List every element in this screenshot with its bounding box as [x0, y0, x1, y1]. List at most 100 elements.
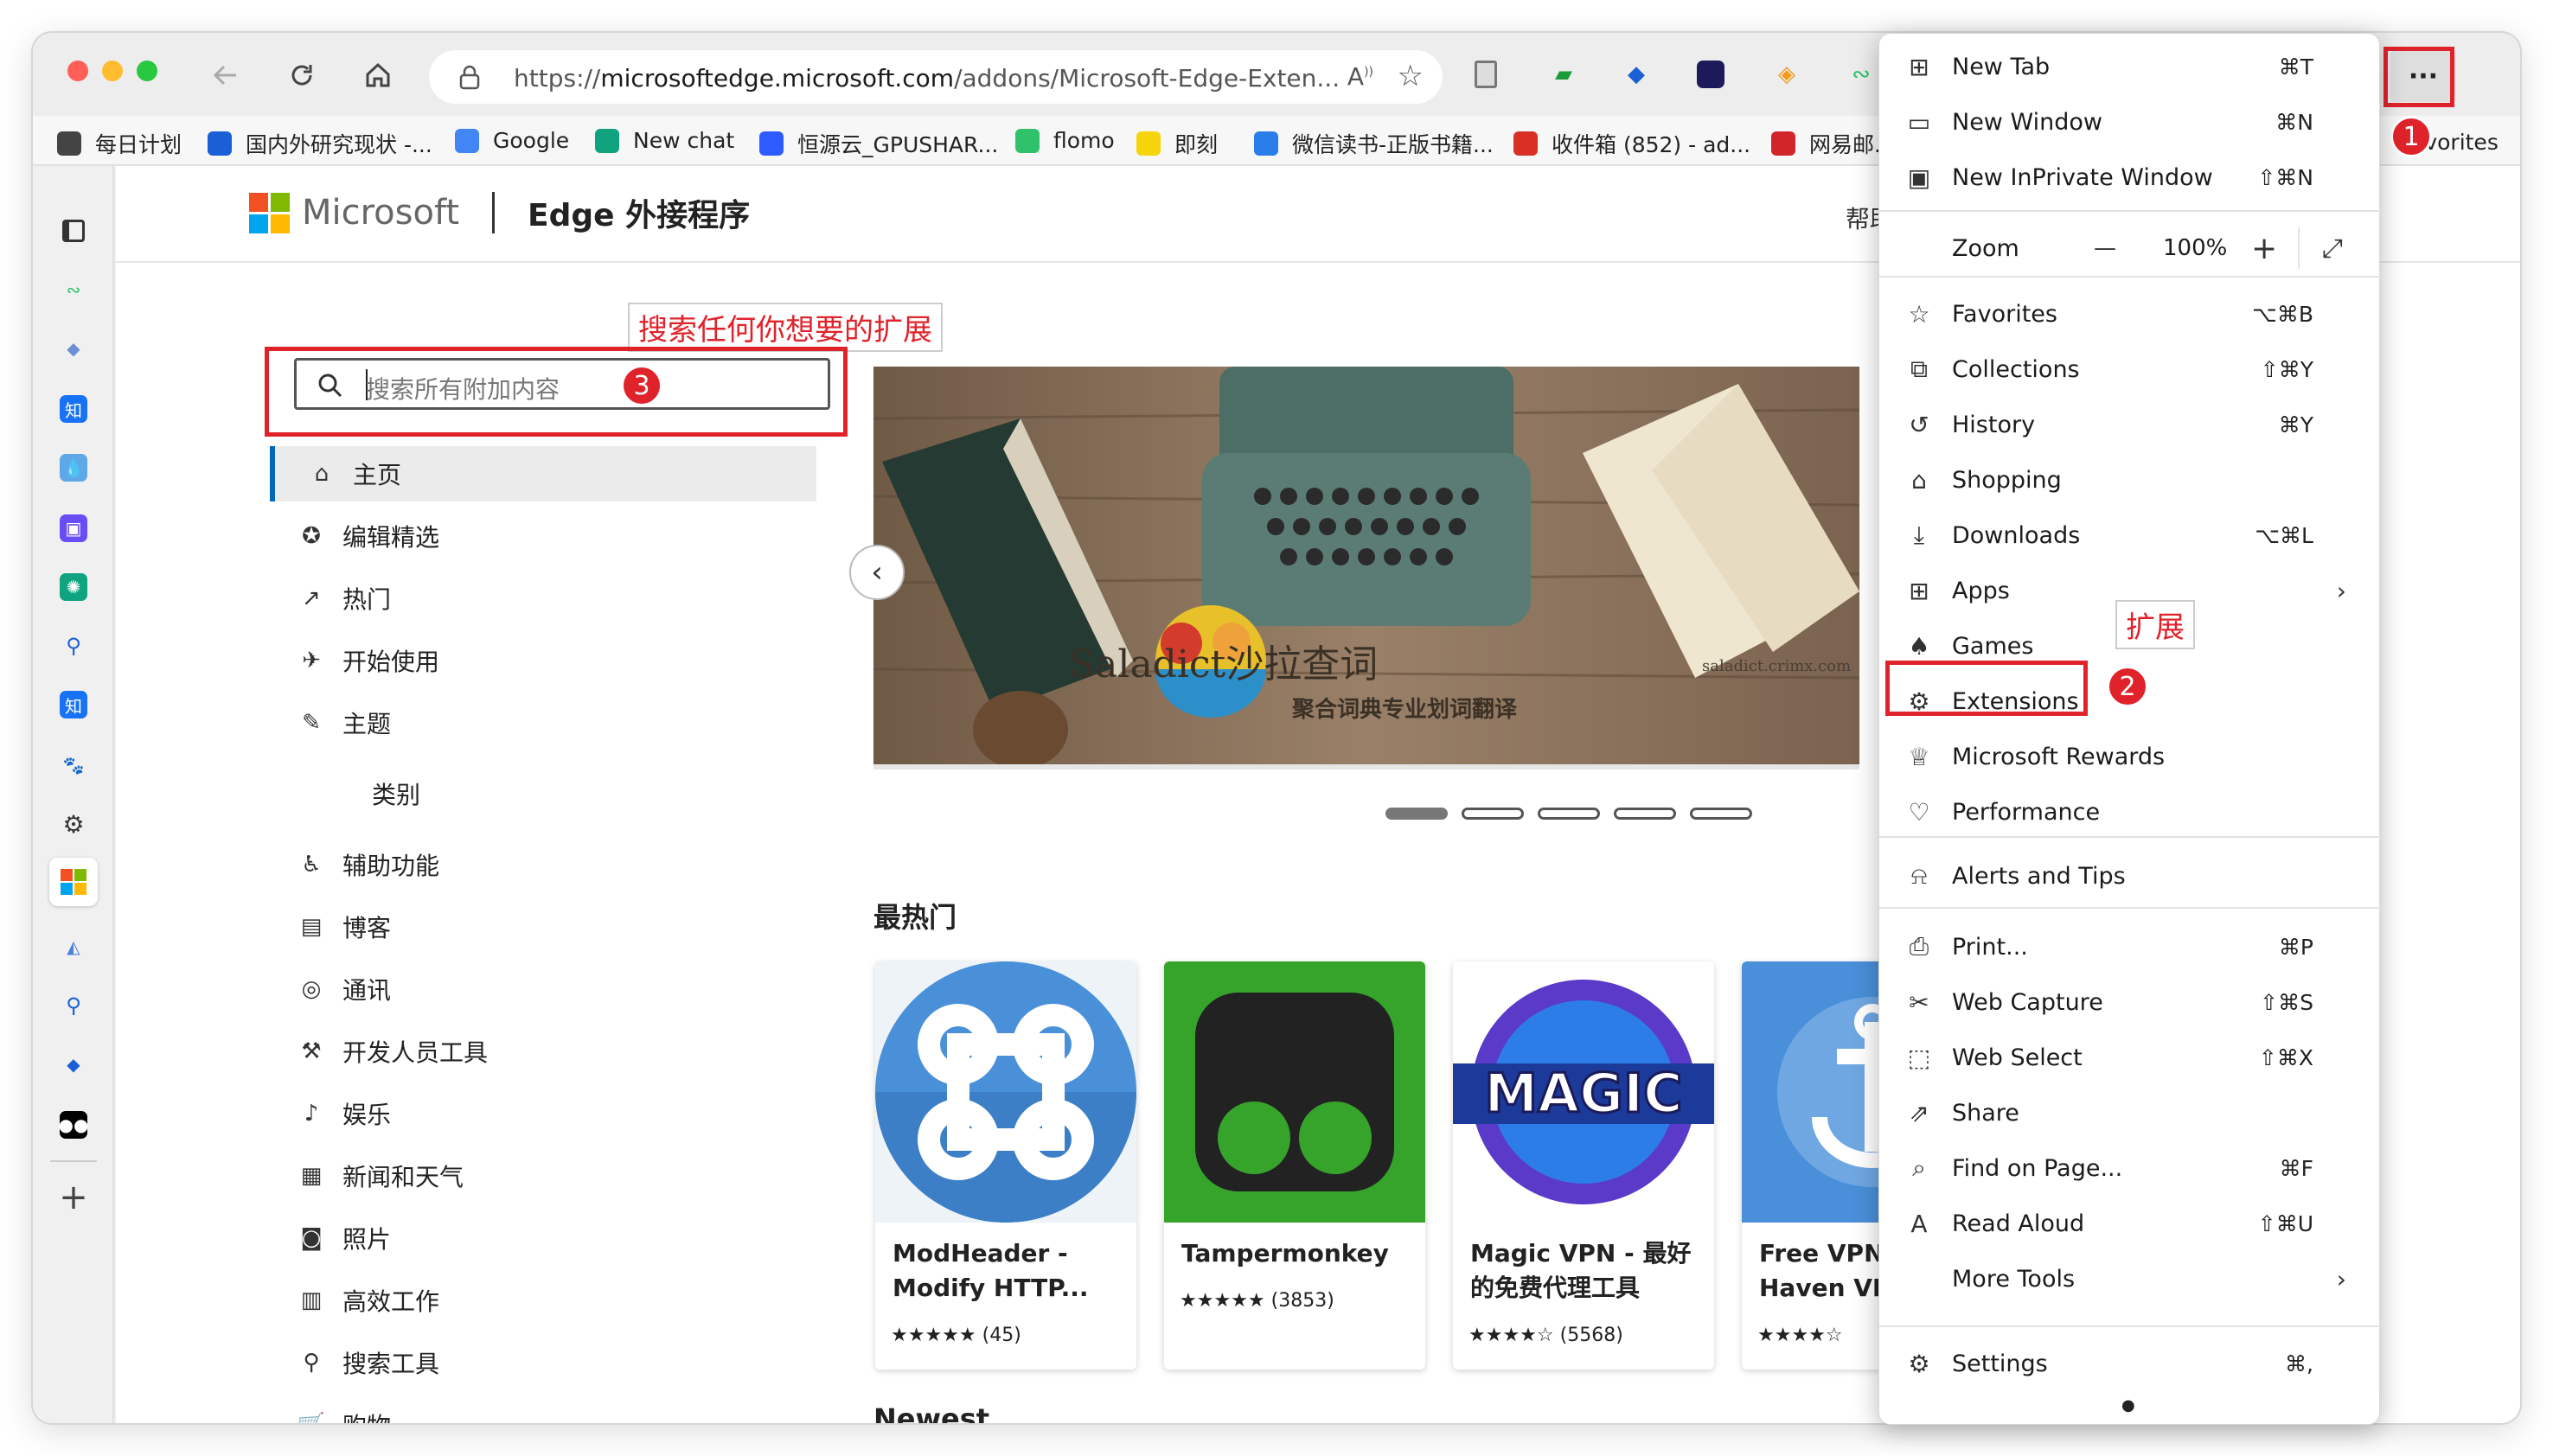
menu-item-alerts-and-tips[interactable]: ⍾ Alerts and Tips: [1879, 850, 2381, 902]
maximize-window-button[interactable]: [137, 61, 157, 81]
tab-edu-2[interactable]: ◆: [52, 1043, 95, 1086]
favorite-item[interactable]: New chat: [595, 128, 734, 153]
menu-item-favorites[interactable]: ☆ Favorites ⌥⌘B: [1879, 288, 2381, 340]
extension-card-tampermonkey[interactable]: Tampermonkey ★★★★★ (3853): [1164, 961, 1425, 1370]
menu-item-collections[interactable]: ⧉ Collections ⇧⌘Y: [1879, 343, 2381, 395]
zoom-in-button[interactable]: +: [2251, 231, 2277, 266]
zoom-row: Zoom — 100% + ⤢: [1879, 222, 2381, 274]
tab-zhihu[interactable]: 知: [52, 387, 95, 431]
tab-medium[interactable]: ●●: [52, 1103, 95, 1146]
favorite-item[interactable]: 国内外研究现状 -...: [208, 128, 432, 159]
sidebar-item-award[interactable]: ✪ 编辑精选: [235, 508, 737, 564]
sidebar-item-productivity[interactable]: ▥ 高效工作: [235, 1273, 737, 1328]
menu-item-print[interactable]: ⎙ Print... ⌘P: [1879, 921, 2381, 973]
menu-item-web-capture[interactable]: ✂ Web Capture ⇧⌘S: [1879, 976, 2381, 1028]
new-tab-plus-icon[interactable]: +: [52, 1176, 95, 1219]
search-input[interactable]: 搜索所有附加内容: [294, 358, 830, 410]
tab-flomo[interactable]: ∾: [52, 268, 95, 311]
carousel-dot-1[interactable]: [1385, 808, 1448, 820]
address-bar[interactable]: https://microsoftedge.microsoft.com/addo…: [429, 50, 1443, 104]
sidebar-item-trending[interactable]: ↗ 热门: [235, 571, 737, 626]
favorite-item[interactable]: 网易邮...: [1771, 128, 1895, 159]
close-window-button[interactable]: [67, 61, 88, 81]
hero-subtitle: 聚合词典专业划词翻译: [1292, 697, 1518, 723]
sidebar-item-communication[interactable]: ◎ 通讯: [235, 961, 737, 1017]
menu-item-new-window[interactable]: ▭ New Window ⌘N: [1879, 96, 2381, 148]
extension-reader-icon[interactable]: [1467, 55, 1505, 93]
sidebar-item-accessibility[interactable]: ♿ 辅助功能: [235, 837, 737, 892]
menu-item-read-aloud[interactable]: A Read Aloud ⇧⌘U: [1879, 1197, 2381, 1249]
tab-chatgpt[interactable]: ✺: [52, 565, 95, 609]
sidebar-item-brush[interactable]: ✎ 主题: [235, 695, 737, 750]
favorite-item[interactable]: 收件箱 (852) - ad...: [1513, 128, 1750, 159]
tab-edu-blue[interactable]: ◆: [52, 327, 95, 370]
menu-scroll-indicator-icon[interactable]: ●: [2121, 1396, 2135, 1414]
favorite-item[interactable]: 即刻: [1136, 128, 1218, 159]
sidebar-item-rocket[interactable]: ✈ 开始使用: [235, 633, 737, 688]
hero-banner[interactable]: Saladict沙拉查词 聚合词典专业划词翻译 saladict.crimx.c…: [873, 367, 1859, 764]
carousel-prev-button[interactable]: ‹: [849, 545, 905, 600]
back-button[interactable]: [206, 55, 246, 95]
favorite-item[interactable]: flomo: [1015, 128, 1115, 153]
sidebar-item-shopping[interactable]: 🛒 购物: [235, 1397, 737, 1423]
menu-item-downloads[interactable]: ⤓ Downloads ⌥⌘L: [1879, 509, 2381, 561]
carousel-dot-3[interactable]: [1538, 808, 1600, 820]
extension-card-magic-vpn[interactable]: MAGIC Magic VPN - 最好的免费代理工具 ★★★★☆ (5568): [1453, 961, 1714, 1370]
extension-dark-icon[interactable]: [1692, 55, 1730, 93]
menu-item-new-tab[interactable]: ⊞ New Tab ⌘T: [1879, 41, 2381, 93]
extension-edu-icon[interactable]: ◆: [1617, 55, 1655, 93]
minimize-window-button[interactable]: [102, 61, 123, 81]
tab-baidu[interactable]: 🐾: [52, 744, 95, 787]
blog-icon: ▤: [300, 914, 323, 940]
menu-item-find-on-page[interactable]: ⌕ Find on Page... ⌘F: [1879, 1142, 2381, 1194]
tab-search-2[interactable]: ⚲: [52, 984, 95, 1027]
tab-gem[interactable]: ◭: [52, 925, 95, 968]
sidebar-item-photo[interactable]: ◙ 照片: [235, 1210, 737, 1266]
menu-item-web-select[interactable]: ⬚ Web Select ⇧⌘X: [1879, 1031, 2381, 1083]
dev-tools-icon: ⚒: [301, 1038, 322, 1064]
home-button[interactable]: [358, 55, 398, 95]
tab-actions-icon[interactable]: [52, 209, 95, 252]
sidebar-item-entertainment[interactable]: ♪ 娱乐: [235, 1086, 737, 1141]
tab-zhihu-2[interactable]: 知: [52, 683, 95, 726]
favorite-item[interactable]: 每日计划: [57, 128, 182, 159]
menu-item-more-tools[interactable]: More Tools ›: [1879, 1253, 2381, 1305]
extension-flomo-icon[interactable]: ∾: [1842, 55, 1880, 93]
menu-item-shopping[interactable]: ⌂ Shopping: [1879, 454, 2381, 506]
tab-extensions[interactable]: ⚙: [52, 802, 95, 846]
tab-search[interactable]: ⚲: [52, 624, 95, 667]
zoom-out-button[interactable]: —: [2094, 235, 2116, 261]
new-tab-icon: ⊞: [1909, 52, 1929, 81]
carousel-dot-5[interactable]: [1690, 808, 1752, 820]
favorite-favicon-icon: [1254, 131, 1278, 156]
favorite-item[interactable]: 恒源云_GPUSHAR...: [759, 128, 998, 159]
add-favorite-icon[interactable]: ☆: [1398, 59, 1424, 93]
favorite-item[interactable]: Google: [455, 128, 569, 153]
menu-item-settings[interactable]: ⚙ Settings ⌘,: [1879, 1338, 2381, 1389]
sidebar-item-label: 通讯: [342, 976, 392, 1005]
favorite-item[interactable]: 微信读书-正版书籍...: [1254, 128, 1494, 159]
tab-droplet[interactable]: 💧: [52, 446, 95, 489]
sidebar-item-dev-tools[interactable]: ⚒ 开发人员工具: [235, 1024, 737, 1079]
favorite-label: 微信读书-正版书籍...: [1292, 132, 1494, 157]
carousel-dot-2[interactable]: [1462, 808, 1524, 820]
store-logo[interactable]: Microsoft Edge 外接程序: [249, 190, 750, 235]
menu-item-performance[interactable]: ♡ Performance: [1879, 786, 2381, 838]
tab-purple-app[interactable]: ▣: [52, 507, 95, 550]
sidebar-item-home[interactable]: ⌂ 主页: [270, 446, 816, 501]
sidebar-item-blog[interactable]: ▤ 博客: [235, 899, 737, 955]
sidebar-item-news[interactable]: ▦ 新闻和天气: [235, 1148, 737, 1204]
carousel-dot-4[interactable]: [1614, 808, 1676, 820]
refresh-button[interactable]: [282, 55, 322, 95]
fullscreen-icon[interactable]: ⤢: [2322, 233, 2343, 264]
extension-card-modheader[interactable]: ModHeader - Modify HTTP... ★★★★★ (45): [875, 961, 1136, 1370]
extension-orange-icon[interactable]: ◈: [1768, 55, 1806, 93]
menu-item-share[interactable]: ⇗ Share: [1879, 1087, 2381, 1139]
extension-green-icon[interactable]: ▰: [1545, 55, 1583, 93]
menu-item-new-inprivate-window[interactable]: ▣ New InPrivate Window ⇧⌘N: [1879, 151, 2381, 203]
menu-item-microsoft-rewards[interactable]: ♕ Microsoft Rewards: [1879, 731, 2381, 782]
menu-item-history[interactable]: ↺ History ⌘Y: [1879, 399, 2381, 450]
sidebar-item-search-tools[interactable]: ⚲ 搜索工具: [235, 1335, 737, 1390]
read-aloud-icon[interactable]: A)): [1347, 62, 1373, 91]
tab-microsoft-store[interactable]: [49, 858, 98, 906]
